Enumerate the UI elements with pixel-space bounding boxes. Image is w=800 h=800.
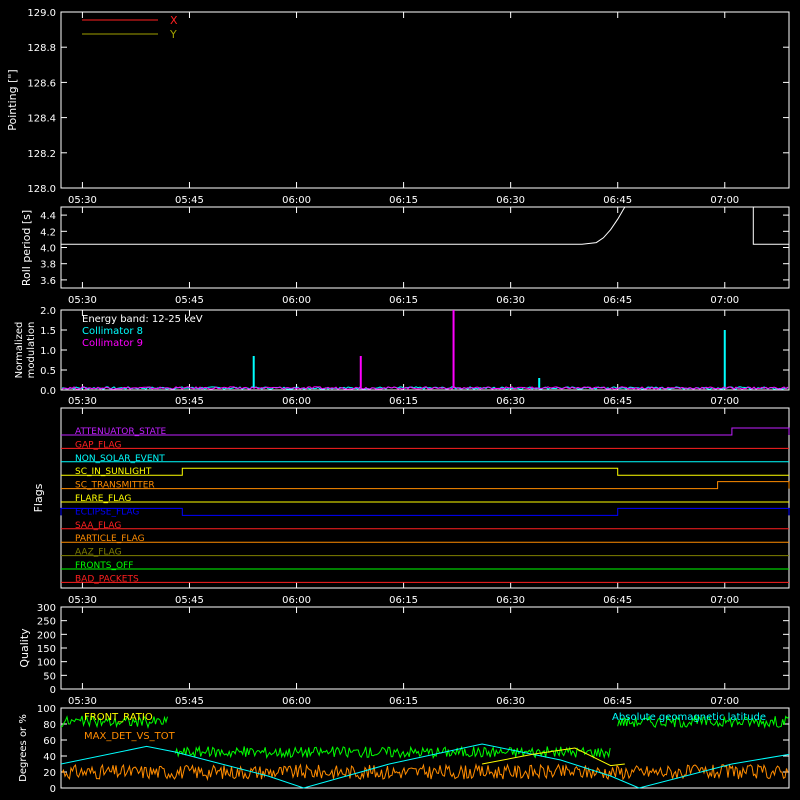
y-tick-label: 128.2 [27,149,56,160]
y-tick-label: 0.0 [40,386,56,397]
time-tick-label: 05:45 [175,696,204,707]
modulation-ylabel-1: Normalized [14,322,25,379]
time-tick-label: 06:15 [389,595,418,606]
y-tick-label: 100 [37,658,56,669]
y-tick-label: 1.5 [40,326,56,337]
flag-label: FLARE_FLAG [75,494,131,504]
bottom-ylabel: Degrees or % [18,714,29,782]
y-tick-label: 128.6 [27,78,56,89]
y-tick-label: 0.5 [40,366,56,377]
y-tick-label: 128.0 [27,184,56,195]
time-tick-label: 06:15 [389,396,418,407]
time-tick-label: 05:30 [68,295,97,306]
y-tick-label: 100 [37,704,56,715]
time-tick-label: 06:30 [496,195,525,206]
y-tick-label: 1.0 [40,346,56,357]
time-tick-label: 05:45 [175,396,204,407]
y-tick-label: 3.6 [40,276,56,287]
y-tick-label: 129.0 [27,8,56,19]
y-tick-label: 20 [43,768,56,779]
time-tick-label: 06:30 [496,595,525,606]
time-tick-label: 05:30 [68,595,97,606]
y-tick-label: 2.0 [40,306,56,317]
time-tick-label: 05:30 [68,195,97,206]
y-tick-label: 40 [43,752,56,763]
y-tick-label: 4.2 [40,227,56,238]
modulation-ylabel-2: modulation [26,322,37,379]
time-tick-label: 07:00 [710,195,739,206]
time-tick-label: 06:15 [389,295,418,306]
roll-ylabel: Roll period [s] [20,210,33,286]
time-tick-label: 06:45 [603,696,632,707]
pointing-ylabel: Pointing ["] [6,69,19,130]
time-tick-label: 06:00 [282,295,311,306]
time-tick-label: 06:30 [496,696,525,707]
time-tick-label: 06:45 [603,295,632,306]
y-tick-label: 3.8 [40,260,56,271]
time-tick-label: 07:00 [710,295,739,306]
flag-label: SAA_FLAG [75,521,121,531]
time-tick-label: 06:15 [389,195,418,206]
legend-x-label: X [170,14,178,27]
legend-max-det: MAX_DET_VS_TOT [84,731,176,742]
y-tick-label: 300 [37,603,56,614]
time-tick-label: 07:00 [710,396,739,407]
time-tick-label: 05:45 [175,195,204,206]
y-tick-label: 128.8 [27,43,56,54]
time-tick-label: 06:30 [496,396,525,407]
flag-label: ATTENUATOR_STATE [75,427,167,437]
time-tick-label: 05:30 [68,396,97,407]
y-tick-label: 0 [50,784,56,795]
y-tick-label: 4.4 [40,211,56,222]
legend-geomagnetic-latitude: Absolute geomagnetic latitude [612,712,766,723]
y-tick-label: 150 [37,644,56,655]
time-tick-label: 06:45 [603,396,632,407]
y-tick-label: 50 [43,671,56,682]
y-tick-label: 4.0 [40,244,56,255]
time-tick-label: 06:30 [496,295,525,306]
y-tick-label: 0 [50,685,56,696]
legend-collimator-8: Collimator 8 [82,326,143,337]
quality-ylabel: Quality [18,628,31,668]
flag-label: SC_TRANSMITTER [75,481,155,491]
flag-label: PARTICLE_FLAG [75,534,145,544]
time-tick-label: 07:00 [710,696,739,707]
spacecraft-diagnostics-figure: Pointing ["] 128.0 128.2 128.4 128.6 128.8 12… [0,0,800,800]
legend-collimator-9: Collimator 9 [82,338,143,349]
legend-y-label: Y [169,28,177,41]
flags-ylabel: Flags [32,483,45,512]
legend-front-ratio: FRONT_RATIO [84,712,153,723]
time-tick-label: 06:00 [282,396,311,407]
flag-label: SC_IN_SUNLIGHT [75,467,152,477]
y-tick-label: 80 [43,720,56,731]
time-tick-label: 07:00 [710,595,739,606]
time-tick-label: 06:00 [282,195,311,206]
flag-label: FRONTS_OFF [75,561,133,571]
flag-label: AAZ_FLAG [75,548,122,558]
flag-label: ECLIPSE_FLAG [75,507,139,517]
time-tick-label: 05:45 [175,295,204,306]
time-tick-label: 06:15 [389,696,418,707]
flag-label: BAD_PACKETS [75,574,139,584]
y-tick-label: 250 [37,617,56,628]
flag-label: NON_SOLAR_EVENT [75,454,165,464]
flag-label: GAP_FLAG [75,440,121,450]
time-tick-label: 05:45 [175,595,204,606]
time-tick-label: 06:00 [282,696,311,707]
y-tick-label: 200 [37,630,56,641]
time-tick-label: 06:00 [282,595,311,606]
time-tick-label: 06:45 [603,195,632,206]
time-tick-label: 06:45 [603,595,632,606]
time-tick-label: 05:30 [68,696,97,707]
energy-band-annotation: Energy band: 12-25 keV [82,314,203,325]
y-tick-label: 128.4 [27,114,56,125]
y-tick-label: 60 [43,736,56,747]
